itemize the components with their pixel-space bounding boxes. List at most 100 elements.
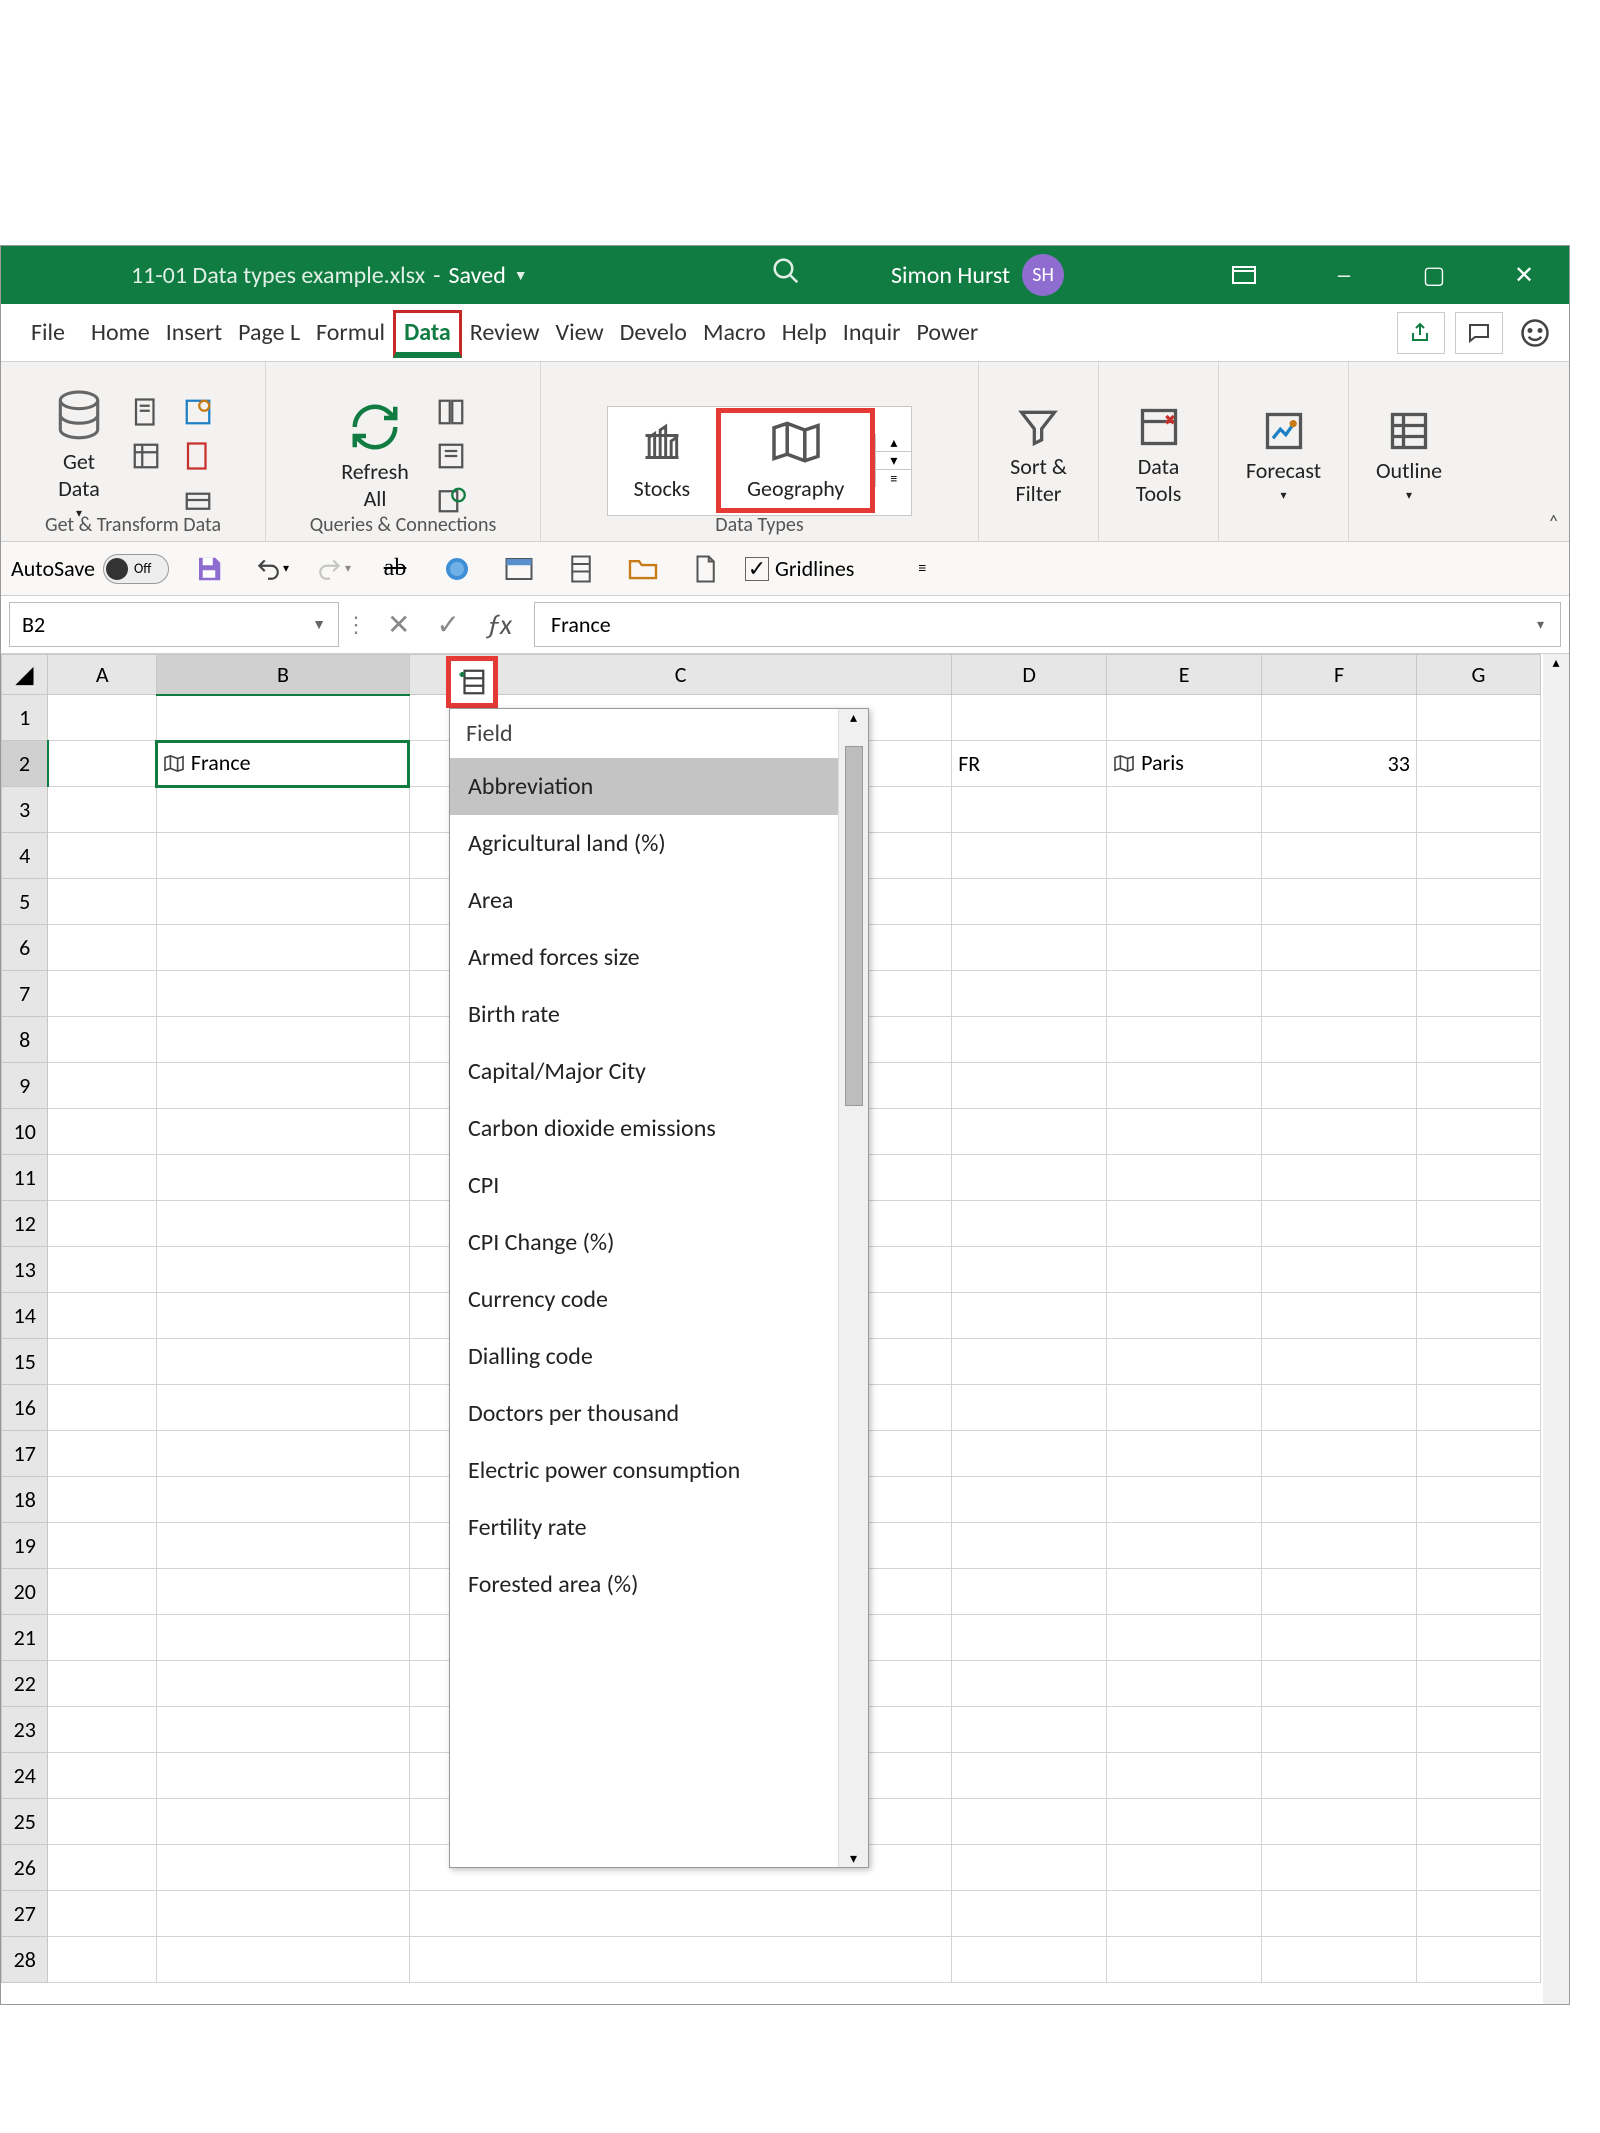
redo-icon[interactable]: ▾ xyxy=(311,549,355,589)
strikethrough-icon[interactable]: ab xyxy=(373,549,417,589)
row-header[interactable]: 2 xyxy=(2,741,48,787)
scroll-down-icon[interactable]: ▾ xyxy=(850,1850,857,1867)
cell[interactable] xyxy=(48,1385,156,1431)
record-macro-icon[interactable] xyxy=(435,549,479,589)
cell[interactable] xyxy=(952,1155,1107,1201)
cell[interactable] xyxy=(1262,1799,1417,1845)
cell[interactable] xyxy=(48,925,156,971)
row-header[interactable]: 22 xyxy=(2,1661,48,1707)
cell[interactable] xyxy=(1262,1339,1417,1385)
gridlines-checkbox[interactable]: ✓ Gridlines xyxy=(745,555,854,582)
cell[interactable] xyxy=(1416,1799,1540,1845)
cell[interactable] xyxy=(1262,695,1417,741)
tab-page-layout[interactable]: Page L xyxy=(230,304,308,361)
cell[interactable] xyxy=(952,1063,1107,1109)
cell[interactable] xyxy=(952,1707,1107,1753)
dropdown-scrollbar[interactable]: ▴ ▾ xyxy=(838,709,868,1867)
tab-review[interactable]: Review xyxy=(462,304,548,361)
cell[interactable] xyxy=(1416,1339,1540,1385)
field-list[interactable]: Field AbbreviationAgricultural land (%)A… xyxy=(450,709,838,1867)
cell[interactable] xyxy=(48,741,156,787)
tab-file[interactable]: File xyxy=(1,304,83,361)
queries-connections-icon[interactable] xyxy=(429,393,473,431)
from-text-csv-icon[interactable] xyxy=(124,393,168,431)
tab-developer[interactable]: Develo xyxy=(612,304,695,361)
cell[interactable] xyxy=(1262,1431,1417,1477)
cell[interactable] xyxy=(952,1569,1107,1615)
cell[interactable] xyxy=(156,971,409,1017)
cell[interactable] xyxy=(156,1569,409,1615)
cell[interactable] xyxy=(156,1661,409,1707)
cell[interactable] xyxy=(1107,879,1262,925)
comments-button[interactable] xyxy=(1455,312,1503,354)
cell[interactable] xyxy=(1262,1707,1417,1753)
cell[interactable] xyxy=(48,1799,156,1845)
field-option[interactable]: Abbreviation xyxy=(450,758,838,815)
cell[interactable] xyxy=(156,1477,409,1523)
cell[interactable] xyxy=(952,1293,1107,1339)
cell[interactable] xyxy=(952,879,1107,925)
field-option[interactable]: Forested area (%) xyxy=(450,1556,838,1613)
cell[interactable]: France xyxy=(156,741,409,787)
row-header[interactable]: 1 xyxy=(2,695,48,741)
freeze-panes-icon[interactable] xyxy=(497,549,541,589)
cell[interactable] xyxy=(1416,741,1540,787)
cell[interactable] xyxy=(1262,925,1417,971)
cell[interactable] xyxy=(1107,1523,1262,1569)
cell[interactable] xyxy=(1107,1247,1262,1293)
row-header[interactable]: 26 xyxy=(2,1845,48,1891)
cell[interactable] xyxy=(1416,1431,1540,1477)
geography-datatype[interactable]: Geography xyxy=(716,408,875,513)
cell[interactable] xyxy=(1262,1523,1417,1569)
cell[interactable] xyxy=(1262,1891,1417,1937)
row-header[interactable]: 9 xyxy=(2,1063,48,1109)
cell[interactable] xyxy=(156,1155,409,1201)
col-header-B[interactable]: B xyxy=(156,655,409,695)
col-header-E[interactable]: E xyxy=(1107,655,1262,695)
cell[interactable] xyxy=(1107,1891,1262,1937)
cell[interactable] xyxy=(48,1753,156,1799)
enter-formula-icon[interactable]: ✓ xyxy=(436,607,459,642)
field-option[interactable]: Doctors per thousand xyxy=(450,1385,838,1442)
cell[interactable] xyxy=(48,1937,156,1983)
cell[interactable] xyxy=(1107,1477,1262,1523)
select-all-corner[interactable]: ◢ xyxy=(2,655,48,695)
recent-sources-icon[interactable] xyxy=(176,437,220,475)
cell[interactable] xyxy=(156,1201,409,1247)
cell[interactable] xyxy=(156,1431,409,1477)
field-option[interactable]: Dialling code xyxy=(450,1328,838,1385)
tab-macros[interactable]: Macro xyxy=(695,304,774,361)
cell[interactable]: Paris xyxy=(1107,741,1262,787)
cell[interactable] xyxy=(1107,1615,1262,1661)
save-icon[interactable] xyxy=(187,549,231,589)
row-header[interactable]: 23 xyxy=(2,1707,48,1753)
cell[interactable] xyxy=(1107,1063,1262,1109)
row-header[interactable]: 7 xyxy=(2,971,48,1017)
status-dropdown-icon[interactable]: ▼ xyxy=(514,267,528,284)
refresh-all-button[interactable]: Refresh All xyxy=(327,394,423,518)
from-web-icon[interactable] xyxy=(176,393,220,431)
cell[interactable] xyxy=(1416,1477,1540,1523)
cell[interactable] xyxy=(156,1339,409,1385)
cell[interactable] xyxy=(48,1845,156,1891)
cell[interactable] xyxy=(1416,1017,1540,1063)
row-header[interactable]: 16 xyxy=(2,1385,48,1431)
cell[interactable] xyxy=(156,833,409,879)
row-header[interactable]: 8 xyxy=(2,1017,48,1063)
cell[interactable] xyxy=(952,695,1107,741)
cell[interactable] xyxy=(1107,1707,1262,1753)
cell[interactable] xyxy=(1107,1937,1262,1983)
cell[interactable] xyxy=(1107,1339,1262,1385)
cell[interactable] xyxy=(952,1339,1107,1385)
cell[interactable] xyxy=(1107,833,1262,879)
cell[interactable] xyxy=(1262,1615,1417,1661)
cell[interactable] xyxy=(1262,1201,1417,1247)
cell[interactable] xyxy=(48,1569,156,1615)
cell[interactable] xyxy=(1416,1845,1540,1891)
cell[interactable] xyxy=(1107,1845,1262,1891)
cell[interactable] xyxy=(952,925,1107,971)
cell[interactable] xyxy=(48,1247,156,1293)
cell[interactable] xyxy=(156,1017,409,1063)
cell[interactable] xyxy=(1416,1615,1540,1661)
close-icon[interactable]: ✕ xyxy=(1479,246,1569,304)
